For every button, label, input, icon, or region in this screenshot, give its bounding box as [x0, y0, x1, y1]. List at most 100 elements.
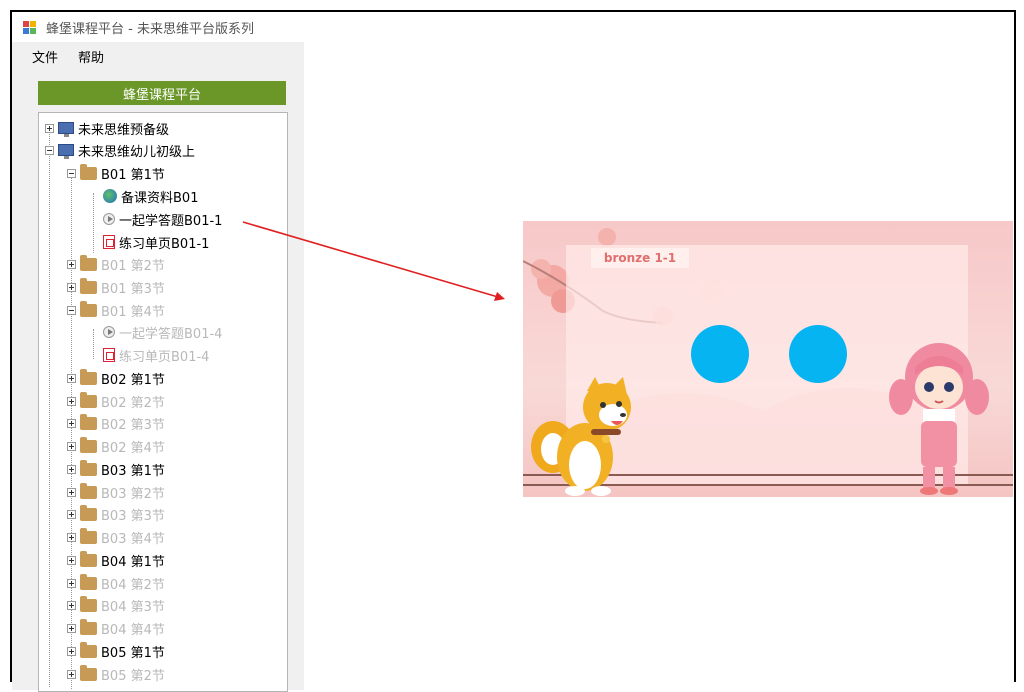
tree-node-label: B01 第3节: [101, 281, 165, 297]
tree-node-label: B03 第4节: [101, 531, 165, 547]
tree-node-label: B05 第2节: [101, 668, 165, 684]
tree-node-label: B04 第4节: [101, 622, 165, 638]
folder-icon: [80, 641, 97, 658]
tree-node-label: B03 第1节: [101, 463, 165, 479]
folder-icon: [80, 482, 97, 499]
tree-leaf[interactable]: 一起学答题B01-1: [103, 208, 222, 230]
collapse-icon[interactable]: [45, 145, 54, 155]
tree-node[interactable]: B02 第4节: [67, 435, 165, 457]
pdf-icon: [103, 348, 115, 362]
tree-node[interactable]: B03 第1节: [67, 458, 165, 480]
folder-icon: [80, 550, 97, 567]
expand-icon[interactable]: [67, 418, 76, 428]
expand-icon[interactable]: [67, 509, 76, 519]
expand-icon[interactable]: [67, 555, 76, 565]
tree-node[interactable]: B01 第4节: [67, 299, 165, 321]
tree-node-label: B02 第4节: [101, 440, 165, 456]
window-title: 蜂堡课程平台 - 未来思维平台版系列: [46, 21, 254, 37]
answer-circle-left[interactable]: [691, 325, 749, 383]
expand-icon[interactable]: [67, 373, 76, 383]
tree-node-label: B05 第1节: [101, 645, 165, 661]
expand-icon[interactable]: [67, 623, 76, 633]
tree-leaf[interactable]: 备课资料B01: [103, 185, 198, 207]
tree-leaf[interactable]: 练习单页B01-1: [103, 231, 209, 253]
tree-node-label: 练习单页B01-4: [119, 349, 210, 365]
tree-node-label: B01 第1节: [101, 167, 165, 183]
folder-icon: [80, 436, 97, 453]
app-icon: [22, 19, 38, 35]
tree-node[interactable]: B05 第2节: [67, 663, 165, 685]
expand-icon[interactable]: [67, 600, 76, 610]
pdf-icon: [103, 235, 115, 249]
folder-icon: [80, 413, 97, 430]
tree-node[interactable]: B02 第3节: [67, 412, 165, 434]
game-preview[interactable]: bronze 1-1: [523, 221, 1013, 497]
folder-icon: [80, 300, 97, 317]
play-icon: [103, 213, 115, 225]
expand-icon[interactable]: [67, 464, 76, 474]
tree-node[interactable]: B03 第4节: [67, 526, 165, 548]
course-tree[interactable]: 未来思维预备级 未来思维幼儿初级上 B01 第1节 备课资料B01 一起学答题B…: [38, 112, 288, 692]
folder-icon: [80, 459, 97, 476]
tree-node[interactable]: B03 第2节: [67, 481, 165, 503]
tree-node[interactable]: 未来思维幼儿初级上: [45, 139, 195, 161]
expand-icon[interactable]: [67, 282, 76, 292]
level-badge: bronze 1-1: [591, 248, 689, 268]
tree-node[interactable]: B01 第1节: [67, 162, 165, 184]
tree-node[interactable]: B03 第3节: [67, 503, 165, 525]
tree-node[interactable]: B01 第2节: [67, 253, 165, 275]
expand-icon[interactable]: [67, 669, 76, 679]
tree-node-label: 一起学答题B01-4: [119, 326, 223, 342]
folder-icon: [80, 595, 97, 612]
folder-icon: [80, 664, 97, 681]
folder-icon: [80, 368, 97, 385]
menu-file[interactable]: 文件: [32, 47, 58, 66]
tree-node-label: B02 第3节: [101, 417, 165, 433]
folder-icon: [80, 163, 97, 180]
menu-bar: 文件 帮助: [12, 42, 304, 70]
expand-icon[interactable]: [67, 259, 76, 269]
folder-icon: [80, 504, 97, 521]
tree-node-label: 一起学答题B01-1: [119, 213, 223, 229]
folder-icon: [80, 277, 97, 294]
expand-icon[interactable]: [67, 487, 76, 497]
expand-icon[interactable]: [45, 123, 54, 133]
expand-icon[interactable]: [67, 441, 76, 451]
tree-node[interactable]: B04 第1节: [67, 549, 165, 571]
tree-node-label: B01 第2节: [101, 258, 165, 274]
tree-node-label: B03 第3节: [101, 508, 165, 524]
tree-node[interactable]: B02 第2节: [67, 390, 165, 412]
folder-icon: [80, 391, 97, 408]
tree-node-label: B02 第2节: [101, 395, 165, 411]
collapse-icon[interactable]: [67, 305, 76, 315]
tree-node-label: B03 第2节: [101, 486, 165, 502]
platform-header-button[interactable]: 蜂堡课程平台: [38, 81, 286, 105]
monitor-icon: [58, 122, 74, 137]
tree-node[interactable]: B04 第3节: [67, 594, 165, 616]
girl-character: [889, 343, 989, 495]
expand-icon[interactable]: [67, 578, 76, 588]
folder-icon: [80, 573, 97, 590]
menu-help[interactable]: 帮助: [78, 47, 104, 66]
play-icon: [103, 326, 115, 338]
tree-node[interactable]: B02 第1节: [67, 367, 165, 389]
answer-circle-right[interactable]: [789, 325, 847, 383]
tree-node-label: B04 第1节: [101, 554, 165, 570]
expand-icon[interactable]: [67, 646, 76, 656]
collapse-icon[interactable]: [67, 168, 76, 178]
tree-node[interactable]: B04 第4节: [67, 617, 165, 639]
tree-node-label: B04 第2节: [101, 577, 165, 593]
tree-leaf[interactable]: 练习单页B01-4: [103, 344, 209, 366]
folder-icon: [80, 618, 97, 635]
tree-node[interactable]: B04 第2节: [67, 572, 165, 594]
expand-icon[interactable]: [67, 396, 76, 406]
title-bar: 蜂堡课程平台 - 未来思维平台版系列: [22, 14, 622, 40]
tree-node[interactable]: B01 第3节: [67, 276, 165, 298]
expand-icon[interactable]: [67, 532, 76, 542]
tree-node[interactable]: B05 第1节: [67, 640, 165, 662]
tree-node-label: 备课资料B01: [121, 190, 199, 206]
tree-leaf[interactable]: 一起学答题B01-4: [103, 321, 222, 343]
tree-node[interactable]: 未来思维预备级: [45, 117, 169, 139]
folder-icon: [80, 254, 97, 271]
dog-character: [531, 377, 631, 496]
